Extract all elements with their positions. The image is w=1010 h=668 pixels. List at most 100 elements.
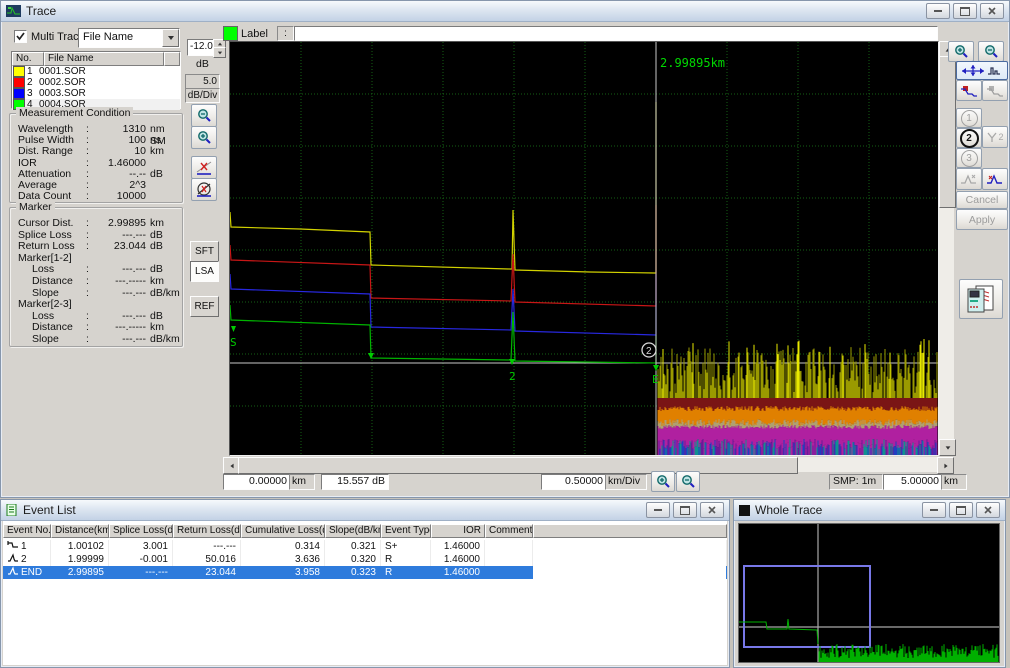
offset-spinner[interactable]: -12.0 [187, 39, 215, 56]
info-colon: : [86, 321, 89, 333]
two-point-method-button[interactable] [191, 156, 217, 179]
close-icon[interactable] [700, 502, 724, 518]
dropdown-arrow-icon[interactable] [162, 29, 179, 47]
multi-trace-checkbox[interactable] [14, 30, 27, 43]
close-icon[interactable] [976, 502, 1000, 518]
cancel-button[interactable]: Cancel [956, 191, 1008, 209]
circled-2-icon: 2 [960, 129, 979, 148]
file-filter-dropdown[interactable]: File Name [78, 28, 180, 48]
event-row-selected[interactable]: END 2.99895 ---.--- 23.044 3.958 0.323 R… [3, 566, 727, 579]
minimize-icon[interactable] [646, 502, 670, 518]
zoom-out-button[interactable] [978, 41, 1004, 62]
file-row[interactable]: 3 0003.SOR [12, 88, 180, 99]
trace-window: Trace Multi Trace File Name No. File Nam… [0, 0, 1010, 498]
trace-event-edit-alt-button[interactable] [982, 80, 1008, 101]
maximize-icon[interactable] [949, 502, 973, 518]
info-value: ---.--- [94, 310, 146, 322]
event-detect-button[interactable] [956, 168, 982, 190]
event-col-header[interactable]: Splice Loss(dB) [109, 524, 173, 538]
chart-vscrollbar[interactable] [939, 41, 954, 456]
event-col-header[interactable]: Slope(dB/km) [325, 524, 381, 538]
reflective-event-icon [7, 553, 19, 563]
hscroll-thumb[interactable] [238, 457, 798, 474]
apply-button[interactable]: Apply [956, 209, 1008, 230]
splice-event-icon [7, 540, 19, 550]
scroll-down-icon[interactable] [939, 439, 956, 456]
vertical-zoom-in-button[interactable] [191, 126, 217, 149]
file-col-name[interactable]: File Name [44, 52, 164, 66]
info-value: ---.----- [94, 275, 146, 287]
multi-trace-label: Multi Trace [31, 31, 85, 43]
event-col-header[interactable]: Cumulative Loss(dB) [241, 524, 325, 538]
trace-titlebar[interactable]: Trace [1, 1, 1009, 22]
info-colon: : [86, 310, 89, 322]
event-col-header[interactable]: Event Type [381, 524, 431, 538]
file-name: 0001.SOR [39, 66, 86, 77]
event-col-header[interactable]: IOR [431, 524, 485, 538]
event-mark-button[interactable] [982, 168, 1008, 190]
label-field[interactable] [294, 26, 938, 41]
event-col-header[interactable]: Event No. [3, 524, 51, 538]
event-col-header[interactable]: Return Loss(dB) [173, 524, 241, 538]
hscale-unit: km/Div [605, 474, 647, 490]
sft-button[interactable]: SFT [190, 241, 219, 262]
info-label: Wavelength [18, 123, 73, 135]
event-ior: 1.46000 [431, 553, 485, 566]
event-return-loss: ---.--- [173, 540, 241, 553]
event-row[interactable]: 1 1.00102 3.001 ---.--- 0.314 0.321 S+ 1… [3, 540, 727, 553]
info-value: 2^3 [94, 179, 146, 191]
event-list-titlebar[interactable]: Event List [1, 500, 729, 521]
close-icon[interactable] [980, 3, 1004, 19]
file-col-extra [164, 52, 180, 66]
vertical-zoom-out-button[interactable] [191, 104, 217, 127]
ref-button[interactable]: REF [190, 296, 219, 317]
maximize-icon[interactable] [953, 3, 977, 19]
zoom-in-button[interactable] [948, 41, 974, 62]
whole-trace-titlebar[interactable]: Whole Trace [734, 500, 1005, 521]
marker-2-place-button[interactable]: 2 [982, 126, 1008, 148]
marker-2-button[interactable]: 2 [956, 128, 982, 148]
cursor-x-field[interactable]: 0.00000 [223, 474, 291, 490]
info-colon: : [86, 229, 89, 241]
info-unit: km [150, 275, 164, 287]
event-no: END [21, 567, 42, 578]
minimize-icon[interactable] [922, 502, 946, 518]
lsa-button[interactable]: LSA [190, 261, 219, 282]
event-slope: 0.323 [325, 566, 381, 579]
offset-spin-down-icon[interactable] [213, 47, 226, 58]
chart-hscrollbar[interactable] [223, 457, 954, 472]
event-col-header[interactable]: Distance(km) [51, 524, 109, 538]
zoom-region-rect[interactable] [744, 566, 870, 647]
vscroll-thumb[interactable] [939, 56, 956, 208]
marker-1-button[interactable]: 1 [956, 108, 982, 128]
trace-window-title: Trace [26, 4, 56, 18]
event2-marker-icon[interactable] [509, 359, 515, 365]
scroll-right-icon[interactable] [937, 457, 954, 474]
magnifier-minus-icon [984, 44, 999, 59]
event-distance: 1.00102 [51, 540, 109, 553]
whole-trace-chart[interactable] [738, 523, 1000, 663]
trace-event-edit-button[interactable] [956, 80, 982, 101]
start-marker-icon[interactable] [231, 326, 236, 332]
report-button[interactable] [959, 279, 1003, 319]
horizontal-zoom-out-button[interactable] [676, 471, 700, 492]
fit-arrows-icon [960, 64, 1004, 77]
hscale-field[interactable]: 0.50000 [541, 474, 607, 490]
event-col-header[interactable]: Comment [485, 524, 533, 538]
magnifier-minus-icon [197, 108, 212, 123]
range-field: 5.00000 [883, 474, 943, 490]
measurement-condition-title: Measurement Condition [16, 107, 133, 119]
main-chart[interactable]: 2.99895km S 2 E 2 [229, 41, 939, 456]
marker-3-button[interactable]: 3 [956, 148, 982, 168]
file-row[interactable]: 1 0001.SOR [12, 66, 180, 77]
maximize-icon[interactable] [673, 502, 697, 518]
minimize-icon[interactable] [926, 3, 950, 19]
file-col-no[interactable]: No. [12, 52, 44, 66]
file-row[interactable]: 2 0002.SOR [12, 77, 180, 88]
event-row[interactable]: 2 1.99999 -0.001 50.016 3.636 0.320 R 1.… [3, 553, 727, 566]
event-comment [485, 540, 533, 553]
horizontal-zoom-in-button[interactable] [651, 471, 675, 492]
marker-clear-button[interactable] [191, 178, 217, 201]
fit-whole-trace-button[interactable] [956, 61, 1008, 80]
circled-1-icon: 1 [961, 110, 978, 127]
